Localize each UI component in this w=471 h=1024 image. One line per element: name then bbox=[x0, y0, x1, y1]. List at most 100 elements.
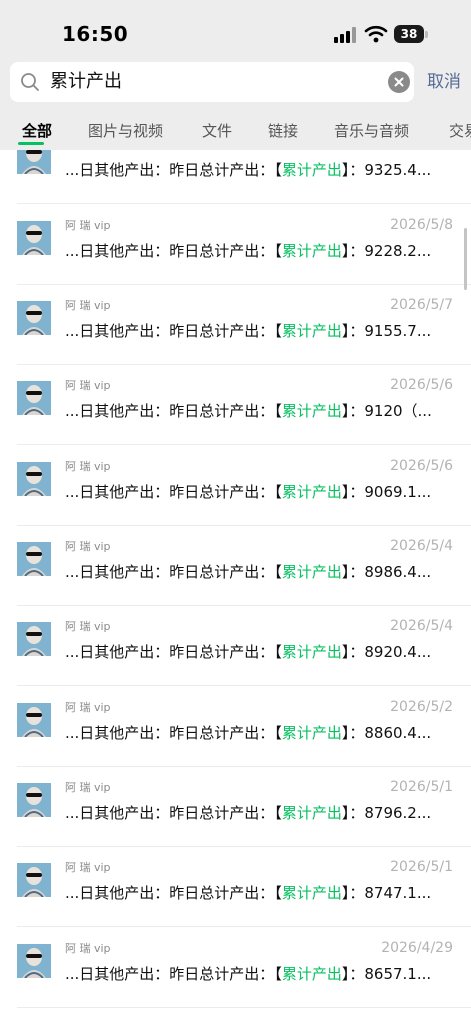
sender-name: 阿 瑞 vip bbox=[65, 460, 111, 473]
sender-name: 阿 瑞 vip bbox=[65, 299, 111, 312]
divider bbox=[17, 685, 471, 686]
snippet-highlight: 累计产出 bbox=[281, 965, 342, 983]
search-header: 16:50 38 累计产出 取消 全部 图片与视频 文件 链接 音乐与音频 交 bbox=[0, 0, 471, 150]
snippet-highlight: 累计产出 bbox=[281, 804, 342, 822]
tab-links[interactable]: 链接 bbox=[268, 120, 298, 141]
message-date: 2026/4/29 bbox=[381, 940, 453, 956]
avatar bbox=[17, 301, 51, 335]
result-row[interactable]: 阿 瑞 vip 2026/5/2 ...日其他产出：昨日总计产出：【累计产出】：88… bbox=[0, 687, 471, 767]
result-row[interactable]: 阿 瑞 vip 2026/5/1 ...日其他产出：昨日总计产出：【累计产出】：87… bbox=[0, 847, 471, 927]
message-snippet: ...日其他产出：昨日总计产出：【累计产出】：9069.1... bbox=[65, 481, 455, 502]
snippet-bracket-open: 【 bbox=[274, 402, 282, 420]
message-snippet: ...日其他产出：昨日总计产出：【累计产出】：8657.1... bbox=[65, 963, 455, 984]
message-date: 2026/5/6 bbox=[390, 377, 453, 393]
result-row[interactable]: 阿 瑞 vip 2026/5/6 ...日其他产出：昨日总计产出：【累计产出】：91… bbox=[0, 365, 471, 445]
divider bbox=[17, 926, 471, 927]
avatar bbox=[17, 381, 51, 415]
snippet-tail: ：8860.4... bbox=[349, 724, 432, 742]
snippet-tail: ：8747.1... bbox=[349, 884, 432, 902]
snippet-highlight: 累计产出 bbox=[281, 161, 342, 179]
snippet-highlight: 累计产出 bbox=[281, 322, 342, 340]
tab-transactions[interactable]: 交易 bbox=[449, 120, 471, 141]
snippet-bracket-open: 【 bbox=[274, 965, 282, 983]
snippet-highlight: 累计产出 bbox=[281, 563, 342, 581]
snippet-bracket-open: 【 bbox=[274, 161, 282, 179]
message-snippet: ...日其他产出：昨日总计产出：【累计产出】：8747.1... bbox=[65, 882, 455, 903]
snippet-prefix: ...日其他产出：昨日总计产出： bbox=[65, 322, 275, 340]
result-row[interactable]: 阿 瑞 vip 2026/5/4 ...日其他产出：昨日总计产出：【累计产出】：89… bbox=[0, 526, 471, 606]
message-snippet: ...日其他产出：昨日总计产出：【累计产出】：8920.4... bbox=[65, 641, 455, 662]
message-date: 2026/5/6 bbox=[390, 458, 453, 474]
result-list[interactable]: 阿 瑞 vip 2026/5/9 ...日其他产出：昨日总计产出：【累计产出】：93… bbox=[0, 150, 471, 1024]
snippet-prefix: ...日其他产出：昨日总计产出： bbox=[65, 965, 275, 983]
snippet-highlight: 累计产出 bbox=[281, 402, 342, 420]
sender-name: 阿 瑞 vip bbox=[65, 540, 111, 553]
result-row[interactable]: 阿 瑞 vip 2026/5/6 ...日其他产出：昨日总计产出：【累计产出】：90… bbox=[0, 446, 471, 526]
snippet-prefix: ...日其他产出：昨日总计产出： bbox=[65, 161, 275, 179]
message-date: 2026/5/1 bbox=[390, 779, 453, 795]
battery-tip bbox=[425, 31, 428, 38]
divider bbox=[17, 1007, 471, 1008]
snippet-tail: ：9155.7... bbox=[349, 322, 432, 340]
snippet-prefix: ...日其他产出：昨日总计产出： bbox=[65, 804, 275, 822]
snippet-tail: ：9120（... bbox=[349, 402, 432, 420]
active-tab-indicator bbox=[18, 142, 44, 145]
avatar bbox=[17, 863, 51, 897]
snippet-tail: ：8796.2... bbox=[349, 804, 432, 822]
snippet-highlight: 累计产出 bbox=[281, 242, 342, 260]
snippet-bracket-open: 【 bbox=[274, 884, 282, 902]
search-input[interactable]: 累计产出 bbox=[50, 62, 122, 102]
snippet-prefix: ...日其他产出：昨日总计产出： bbox=[65, 563, 275, 581]
result-row[interactable]: 阿 瑞 vip 2026/5/4 ...日其他产出：昨日总计产出：【累计产出】：89… bbox=[0, 606, 471, 686]
snippet-tail: ：8986.4... bbox=[349, 563, 432, 581]
snippet-highlight: 累计产出 bbox=[281, 643, 342, 661]
tab-music[interactable]: 音乐与音频 bbox=[334, 120, 409, 141]
cancel-button[interactable]: 取消 bbox=[427, 62, 461, 102]
result-row[interactable]: 阿 瑞 vip 2026/4/29 ...日其他产出：昨日总计产出：【累计产出】：8… bbox=[0, 928, 471, 1008]
snippet-bracket-open: 【 bbox=[274, 643, 282, 661]
search-icon bbox=[21, 73, 39, 91]
snippet-prefix: ...日其他产出：昨日总计产出： bbox=[65, 884, 275, 902]
snippet-highlight: 累计产出 bbox=[281, 483, 342, 501]
snippet-tail: ：9228.2... bbox=[349, 242, 432, 260]
snippet-tail: ：8657.1... bbox=[349, 965, 432, 983]
clear-icon[interactable] bbox=[388, 71, 410, 93]
result-row[interactable]: 阿 瑞 vip 2026/5/9 ...日其他产出：昨日总计产出：【累计产出】：93… bbox=[0, 150, 471, 204]
message-date: 2026/5/9 bbox=[390, 150, 453, 152]
snippet-bracket-open: 【 bbox=[274, 563, 282, 581]
scrollbar[interactable] bbox=[464, 228, 467, 290]
sender-name: 阿 瑞 vip bbox=[65, 781, 111, 794]
message-date: 2026/5/4 bbox=[390, 538, 453, 554]
message-date: 2026/5/2 bbox=[390, 699, 453, 715]
filter-tabs: 全部 图片与视频 文件 链接 音乐与音频 交易 bbox=[0, 114, 471, 150]
avatar bbox=[17, 542, 51, 576]
snippet-prefix: ...日其他产出：昨日总计产出： bbox=[65, 483, 275, 501]
result-row[interactable]: 阿 瑞 vip 2026/5/8 ...日其他产出：昨日总计产出：【累计产出】：92… bbox=[0, 205, 471, 285]
wifi-icon bbox=[364, 25, 388, 43]
tab-all[interactable]: 全部 bbox=[22, 120, 52, 141]
snippet-bracket-open: 【 bbox=[274, 242, 282, 260]
divider bbox=[17, 444, 471, 445]
tab-media[interactable]: 图片与视频 bbox=[88, 120, 163, 141]
message-date: 2026/5/7 bbox=[390, 297, 453, 313]
avatar bbox=[17, 622, 51, 656]
snippet-tail: ：9325.4... bbox=[349, 161, 432, 179]
search-bar[interactable]: 累计产出 bbox=[10, 62, 414, 102]
avatar bbox=[17, 703, 51, 737]
snippet-bracket-open: 【 bbox=[274, 724, 282, 742]
snippet-highlight: 累计产出 bbox=[281, 724, 342, 742]
snippet-highlight: 累计产出 bbox=[281, 884, 342, 902]
snippet-prefix: ...日其他产出：昨日总计产出： bbox=[65, 643, 275, 661]
signal-icon bbox=[334, 27, 356, 43]
result-row[interactable]: 阿 瑞 vip 2026/5/7 ...日其他产出：昨日总计产出：【累计产出】：91… bbox=[0, 285, 471, 365]
snippet-prefix: ...日其他产出：昨日总计产出： bbox=[65, 724, 275, 742]
avatar bbox=[17, 221, 51, 255]
tab-files[interactable]: 文件 bbox=[202, 120, 232, 141]
status-time: 16:50 bbox=[62, 22, 129, 46]
avatar bbox=[17, 150, 51, 174]
result-row[interactable]: 阿 瑞 vip 2026/5/1 ...日其他产出：昨日总计产出：【累计产出】：87… bbox=[0, 767, 471, 847]
message-snippet: ...日其他产出：昨日总计产出：【累计产出】：8796.2... bbox=[65, 802, 455, 823]
sender-name: 阿 瑞 vip bbox=[65, 379, 111, 392]
snippet-tail: ：8920.4... bbox=[349, 643, 432, 661]
divider bbox=[17, 203, 471, 204]
